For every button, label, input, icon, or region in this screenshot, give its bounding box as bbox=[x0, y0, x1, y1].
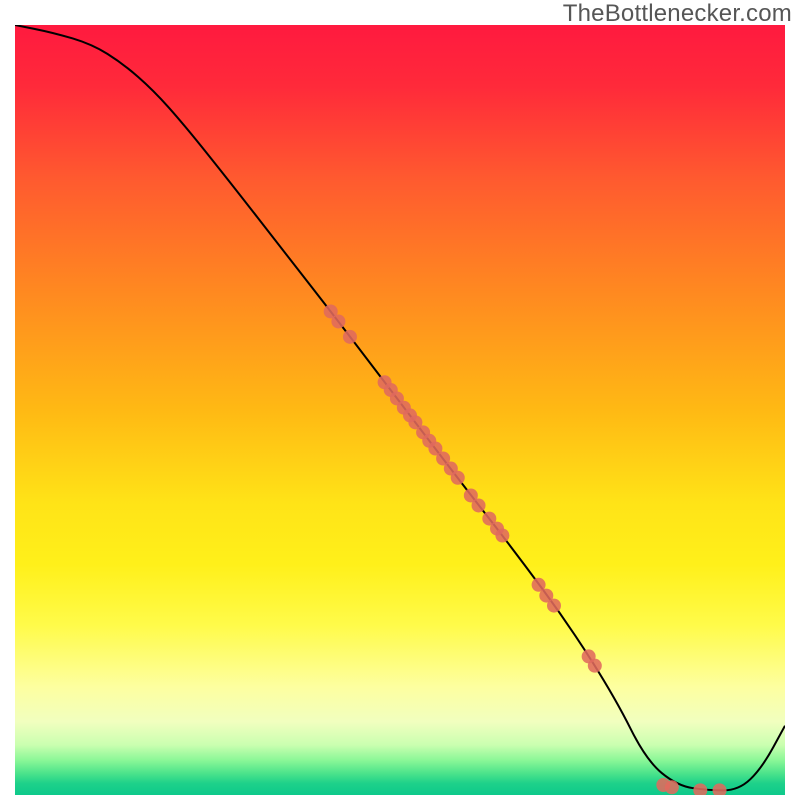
data-point bbox=[665, 780, 679, 794]
bottleneck-chart bbox=[15, 25, 785, 795]
data-point bbox=[472, 498, 486, 512]
data-point bbox=[451, 471, 465, 485]
data-point bbox=[331, 314, 345, 328]
attribution-text: TheBottlenecker.com bbox=[563, 0, 792, 28]
data-point bbox=[547, 599, 561, 613]
data-point bbox=[588, 659, 602, 673]
data-point bbox=[343, 330, 357, 344]
data-point bbox=[495, 529, 509, 543]
